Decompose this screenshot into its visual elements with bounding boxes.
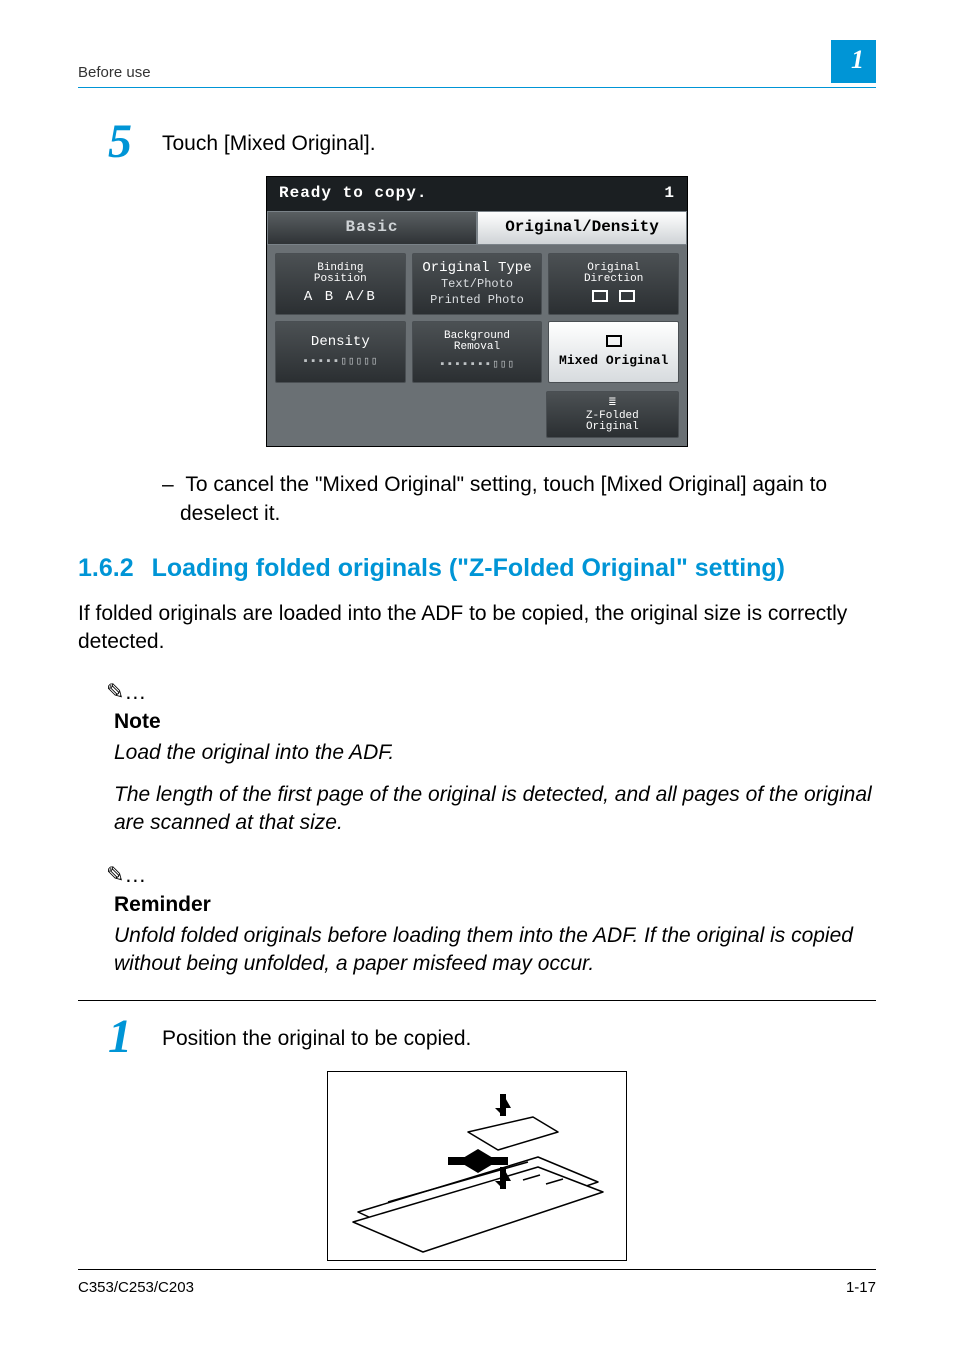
reminder-title: Reminder	[114, 891, 876, 919]
section-intro: If folded originals are loaded into the …	[78, 600, 876, 657]
section-number: 1.6.2	[78, 554, 134, 582]
reminder-line: Unfold folded originals before loading t…	[114, 922, 876, 979]
section-title: Loading folded originals ("Z-Folded Orig…	[152, 554, 785, 582]
reminder-block: ✎… Reminder Unfold folded originals befo…	[114, 860, 876, 979]
separator-rule	[78, 1000, 876, 1001]
tab-basic[interactable]: Basic	[267, 211, 477, 245]
reminder-icon: ✎…	[106, 860, 876, 890]
adf-loading-illustration	[327, 1071, 627, 1261]
note-icon: ✎…	[106, 677, 876, 707]
running-title: Before use	[78, 63, 151, 83]
bg-removal-scale-icon: ▪▪▪▪▪▪▪▯▯▯	[439, 359, 515, 372]
z-folded-icon: ≣	[609, 396, 616, 410]
step-5-subnote: – To cancel the "Mixed Original" setting…	[162, 471, 876, 528]
tab-original-density[interactable]: Original/Density	[477, 211, 687, 245]
note-line-1: Load the original into the ADF.	[114, 739, 876, 767]
footer-page-number: 1-17	[846, 1278, 876, 1298]
btn-original-type[interactable]: Original Type Text/Photo Printed Photo	[412, 253, 543, 315]
step-1-text: Position the original to be copied.	[162, 1019, 876, 1053]
note-line-2: The length of the first page of the orig…	[114, 781, 876, 838]
step-5: 5 Touch [Mixed Original].	[78, 124, 876, 166]
btn-original-direction[interactable]: Original Direction	[548, 253, 679, 315]
running-header: Before use 1	[78, 40, 876, 88]
btn-z-folded-original[interactable]: ≣ Z-Folded Original	[546, 391, 679, 439]
copier-touchscreen: Ready to copy. 1 Basic Original/Density …	[266, 176, 688, 447]
density-scale-icon: ▪▪▪▪▪▯▯▯▯▯	[302, 356, 378, 369]
page-footer: C353/C253/C203 1-17	[78, 1269, 876, 1298]
step-number-1: 1	[78, 1013, 162, 1061]
chapter-badge: 1	[831, 40, 876, 83]
btn-background-removal[interactable]: Background Removal ▪▪▪▪▪▪▪▯▯▯	[412, 321, 543, 383]
note-block: ✎… Note Load the original into the ADF. …	[114, 677, 876, 838]
binding-icons: A B A/B	[304, 289, 377, 305]
step-number-5: 5	[78, 118, 162, 166]
btn-density[interactable]: Density ▪▪▪▪▪▯▯▯▯▯	[275, 321, 406, 383]
step-1: 1 Position the original to be copied.	[78, 1019, 876, 1061]
direction-icons	[592, 289, 634, 305]
footer-model: C353/C253/C203	[78, 1278, 194, 1298]
status-text: Ready to copy.	[279, 183, 427, 205]
btn-mixed-original[interactable]: Mixed Original	[548, 321, 679, 383]
mixed-original-icon	[606, 335, 622, 350]
step-5-text: Touch [Mixed Original].	[162, 124, 876, 158]
note-title: Note	[114, 708, 876, 736]
btn-binding-position[interactable]: Binding Position A B A/B	[275, 253, 406, 315]
status-count: 1	[664, 183, 675, 205]
section-heading-1-6-2: 1.6.2 Loading folded originals ("Z-Folded…	[78, 552, 876, 586]
